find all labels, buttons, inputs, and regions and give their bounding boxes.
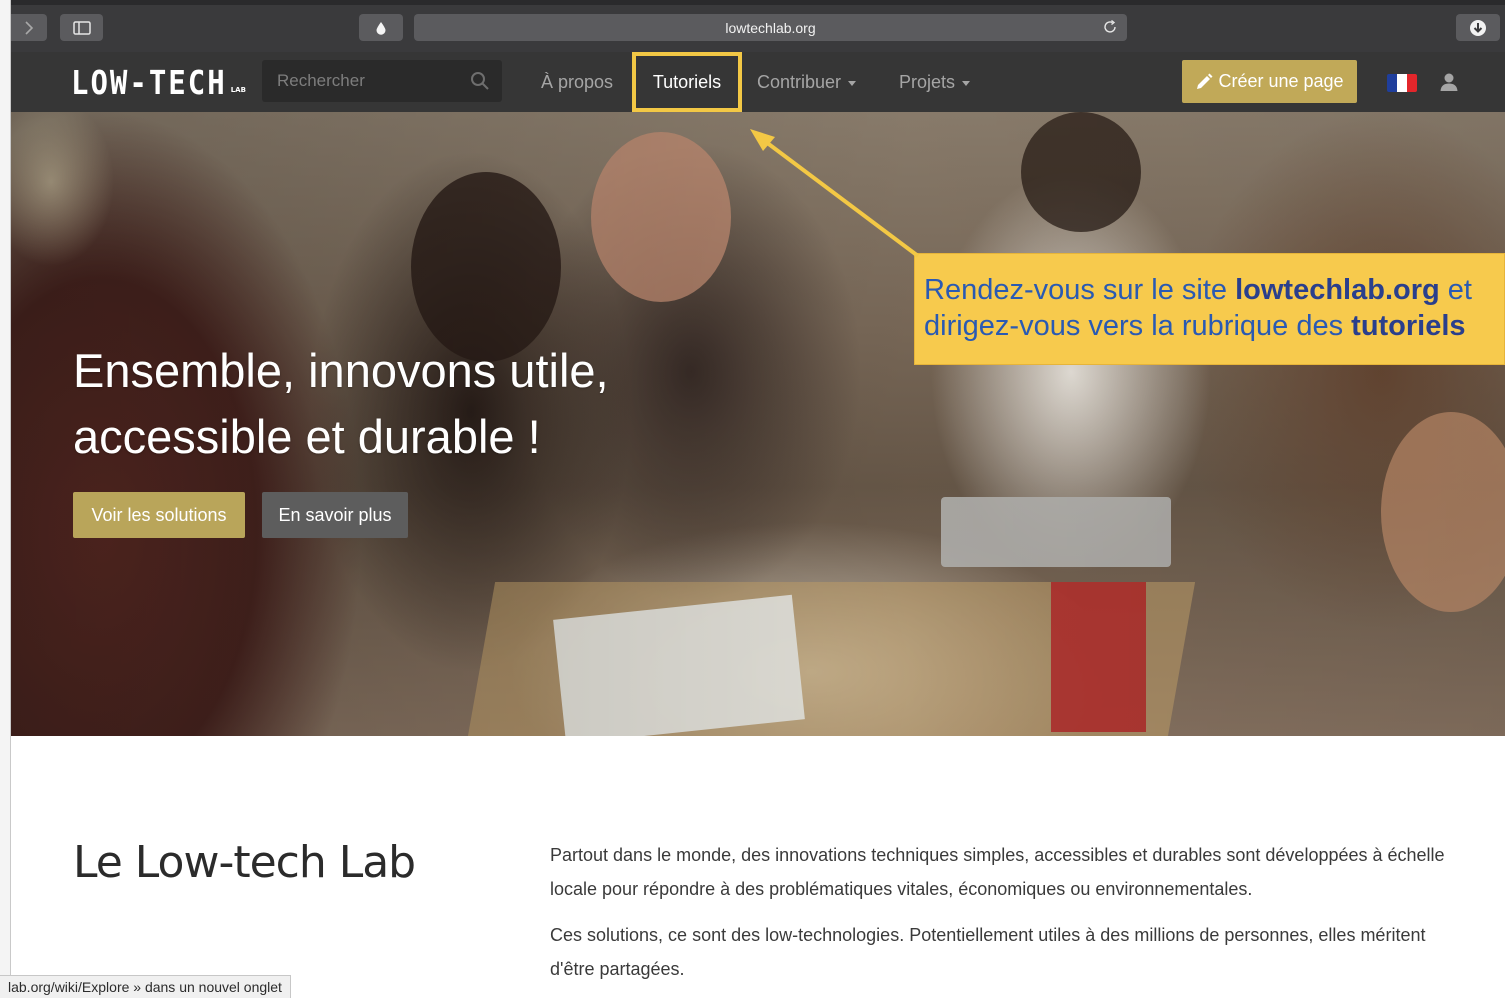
window-edge [0, 0, 11, 998]
downloads-button[interactable] [1456, 14, 1500, 41]
reload-icon[interactable] [1101, 18, 1119, 36]
hero-title: Ensemble, innovons utile, accessible et … [73, 338, 609, 470]
browser-toolbar: lowtechlab.org [11, 5, 1505, 52]
link-status-bar: lab.org/wiki/Explore » dans un nouvel on… [0, 975, 291, 998]
site-header: LOW-TECH LAB À propos Tutoriels Contribu… [11, 52, 1505, 112]
hero-title-line: accessible et durable ! [73, 410, 541, 463]
pencil-icon [1197, 73, 1213, 89]
annotation-line: dirigez-vous vers la rubrique des tutori… [924, 308, 1504, 344]
nav-contribuer[interactable]: Contribuer [757, 52, 857, 112]
sidebar-icon [72, 20, 91, 35]
see-solutions-button[interactable]: Voir les solutions [73, 492, 245, 538]
section-title: Le Low-tech Lab [73, 837, 416, 888]
create-page-button[interactable]: Créer une page [1182, 60, 1357, 103]
nav-contribuer-label: Contribuer [757, 71, 842, 92]
logo-subtext: LAB [230, 86, 246, 94]
user-icon[interactable] [1439, 72, 1459, 92]
privacy-button[interactable] [359, 14, 403, 41]
nav-projets[interactable]: Projets [899, 52, 971, 112]
annotation-text: dirigez-vous vers la rubrique des [924, 310, 1352, 342]
drop-icon [376, 21, 386, 35]
flag-stripe [1387, 74, 1397, 92]
annotation-callout: Rendez-vous sur le site lowtechlab.org e… [914, 253, 1505, 365]
logo-text: LOW-TECH [71, 63, 227, 103]
flag-stripe [1397, 74, 1407, 92]
annotation-text: Rendez-vous sur le site [924, 274, 1236, 306]
flag-stripe [1407, 74, 1417, 92]
site-logo[interactable]: LOW-TECH LAB [71, 63, 246, 103]
learn-more-button[interactable]: En savoir plus [262, 492, 408, 538]
forward-button[interactable] [11, 14, 47, 41]
address-text: lowtechlab.org [725, 19, 816, 36]
caret-down-icon [848, 81, 857, 86]
language-flag-icon[interactable] [1387, 74, 1417, 92]
nav-projets-label: Projets [899, 71, 956, 92]
create-page-label: Créer une page [1218, 71, 1344, 91]
nav-apropos[interactable]: À propos [541, 52, 613, 112]
sidebar-toggle-button[interactable] [60, 14, 103, 41]
chevron-right-icon [25, 20, 34, 35]
section-paragraph: Partout dans le monde, des innovations t… [550, 845, 1445, 899]
search-input[interactable] [262, 60, 462, 102]
download-icon [1470, 19, 1486, 36]
caret-down-icon [962, 81, 971, 86]
nav-tutoriels[interactable]: Tutoriels [632, 52, 742, 112]
annotation-bold: tutoriels [1351, 310, 1466, 342]
hero-banner: Ensemble, innovons utile, accessible et … [11, 112, 1505, 736]
browser-window: lowtechlab.org LOW-TECH LAB À propos Tut… [0, 0, 1505, 998]
search-icon[interactable] [470, 71, 490, 91]
annotation-line: Rendez-vous sur le site lowtechlab.org e… [924, 272, 1504, 308]
annotation-text: et [1439, 274, 1472, 306]
address-bar[interactable]: lowtechlab.org [414, 14, 1127, 41]
section-text: Partout dans le monde, des innovations t… [550, 838, 1450, 998]
search-box [262, 60, 502, 102]
annotation-bold: lowtechlab.org [1235, 274, 1440, 306]
hero-title-line: Ensemble, innovons utile, [73, 344, 609, 397]
section-paragraph: Ces solutions, ce sont des low-technolog… [550, 925, 1426, 979]
